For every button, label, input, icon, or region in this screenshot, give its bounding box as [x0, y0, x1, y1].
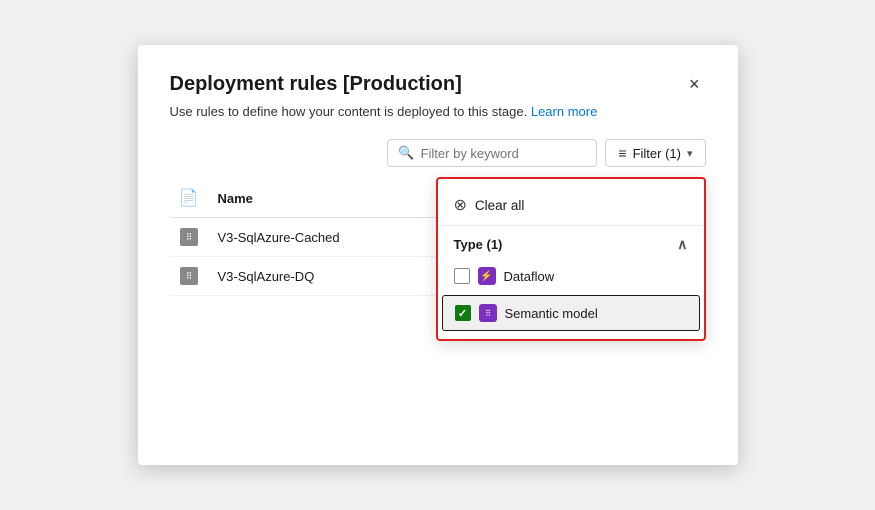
filter-dropdown-inner: ⊗ Clear all Type (1) ∧ ⚡ Dataflow ⠿: [438, 179, 704, 339]
toolbar: 🔍 ≡ Filter (1) ▾ ⊗ Clear all Type (1) ∧: [170, 139, 706, 167]
semantic-checkbox[interactable]: [455, 305, 471, 321]
row-type-icon: ⠿: [180, 267, 198, 285]
doc-icon: 📄: [180, 187, 198, 209]
dialog-title: Deployment rules [Production]: [170, 73, 462, 96]
learn-more-link[interactable]: Learn more: [531, 104, 597, 119]
semantic-icon: ⠿: [479, 304, 497, 322]
clear-icon: ⊗: [454, 195, 467, 215]
dataflow-label: Dataflow: [504, 269, 555, 284]
chevron-down-icon: ▾: [687, 147, 693, 160]
dialog-header: Deployment rules [Production] ×: [170, 73, 706, 96]
filter-option-dataflow[interactable]: ⚡ Dataflow: [438, 259, 704, 293]
row-type-icon: ⠿: [180, 228, 198, 246]
search-input[interactable]: [421, 146, 587, 161]
filter-option-semantic[interactable]: ⠿ Semantic model: [442, 295, 700, 331]
dataflow-checkbox[interactable]: [454, 268, 470, 284]
filter-section-header: Type (1) ∧: [438, 226, 704, 259]
dialog-subtitle: Use rules to define how your content is …: [170, 104, 706, 119]
close-button[interactable]: ×: [683, 73, 706, 95]
filter-button[interactable]: ≡ Filter (1) ▾: [605, 139, 705, 167]
row-icon-cell: ⠿: [170, 218, 208, 257]
deployment-rules-dialog: Deployment rules [Production] × Use rule…: [138, 45, 738, 465]
search-box[interactable]: 🔍: [387, 139, 597, 167]
col-icon: 📄: [170, 179, 208, 218]
filter-section-label: Type (1): [454, 237, 503, 252]
filter-lines-icon: ≡: [618, 145, 626, 161]
clear-all-row[interactable]: ⊗ Clear all: [438, 185, 704, 226]
filter-button-label: Filter (1): [633, 146, 681, 161]
filter-dropdown: ⊗ Clear all Type (1) ∧ ⚡ Dataflow ⠿: [436, 177, 706, 341]
collapse-icon[interactable]: ∧: [677, 236, 687, 253]
row-icon-cell: ⠿: [170, 257, 208, 296]
search-icon: 🔍: [398, 145, 414, 161]
semantic-label: Semantic model: [505, 306, 598, 321]
clear-all-label: Clear all: [475, 198, 525, 213]
dataflow-icon: ⚡: [478, 267, 496, 285]
